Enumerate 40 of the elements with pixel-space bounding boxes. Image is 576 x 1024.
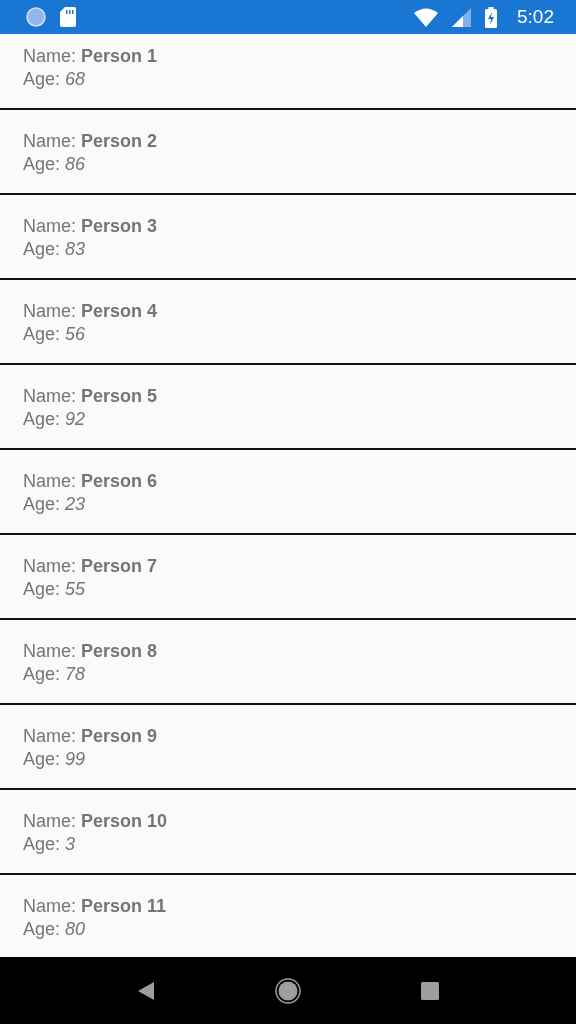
clock-time: 5:02: [517, 6, 554, 28]
age-text: Age: 56: [23, 323, 87, 346]
age-text: Age: 23: [23, 493, 87, 516]
recents-icon[interactable]: [421, 981, 439, 1000]
age-text: Age: 3: [23, 833, 77, 856]
name-text: Name: Person 9: [23, 725, 159, 748]
name-text: Name: Person 2: [23, 130, 159, 153]
name-text: Name: Person 3: [23, 215, 159, 238]
name-text: Name: Person 4: [23, 300, 159, 323]
name-text: Name: Person 1: [23, 45, 159, 68]
age-text: Age: 86: [23, 153, 87, 176]
person-row[interactable]: Name: Person 6 Age: 23: [0, 450, 576, 535]
age-text: Age: 92: [23, 408, 87, 431]
wifi-icon: [414, 7, 438, 27]
person-row[interactable]: Name: Person 1 Age: 68: [0, 34, 576, 110]
name-text: Name: Person 10: [23, 810, 169, 833]
age-text: Age: 99: [23, 748, 87, 771]
name-text: Name: Person 8: [23, 640, 159, 663]
person-row[interactable]: Name: Person 4 Age: 56: [0, 280, 576, 365]
name-text: Name: Person 11: [23, 895, 168, 918]
person-row[interactable]: Name: Person 9 Age: 99: [0, 705, 576, 790]
person-row[interactable]: Name: Person 10 Age: 3: [0, 790, 576, 875]
person-row[interactable]: Name: Person 5 Age: 92: [0, 365, 576, 450]
signal-icon: [452, 7, 471, 27]
sd-card-icon: [60, 7, 76, 27]
age-text: Age: 83: [23, 238, 87, 261]
age-text: Age: 55: [23, 578, 87, 601]
age-text: Age: 68: [23, 68, 87, 91]
age-text: Age: 80: [23, 918, 87, 941]
person-row[interactable]: Name: Person 3 Age: 83: [0, 195, 576, 280]
name-text: Name: Person 6: [23, 470, 159, 493]
name-text: Name: Person 7: [23, 555, 159, 578]
person-row[interactable]: Name: Person 2 Age: 86: [0, 110, 576, 195]
home-icon[interactable]: [275, 977, 301, 1004]
person-row[interactable]: Name: Person 7 Age: 55: [0, 535, 576, 620]
battery-icon: [485, 6, 497, 28]
name-text: Name: Person 5: [23, 385, 159, 408]
person-row[interactable]: Name: Person 8 Age: 78: [0, 620, 576, 705]
age-text: Age: 78: [23, 663, 87, 686]
back-icon[interactable]: [137, 980, 155, 1001]
